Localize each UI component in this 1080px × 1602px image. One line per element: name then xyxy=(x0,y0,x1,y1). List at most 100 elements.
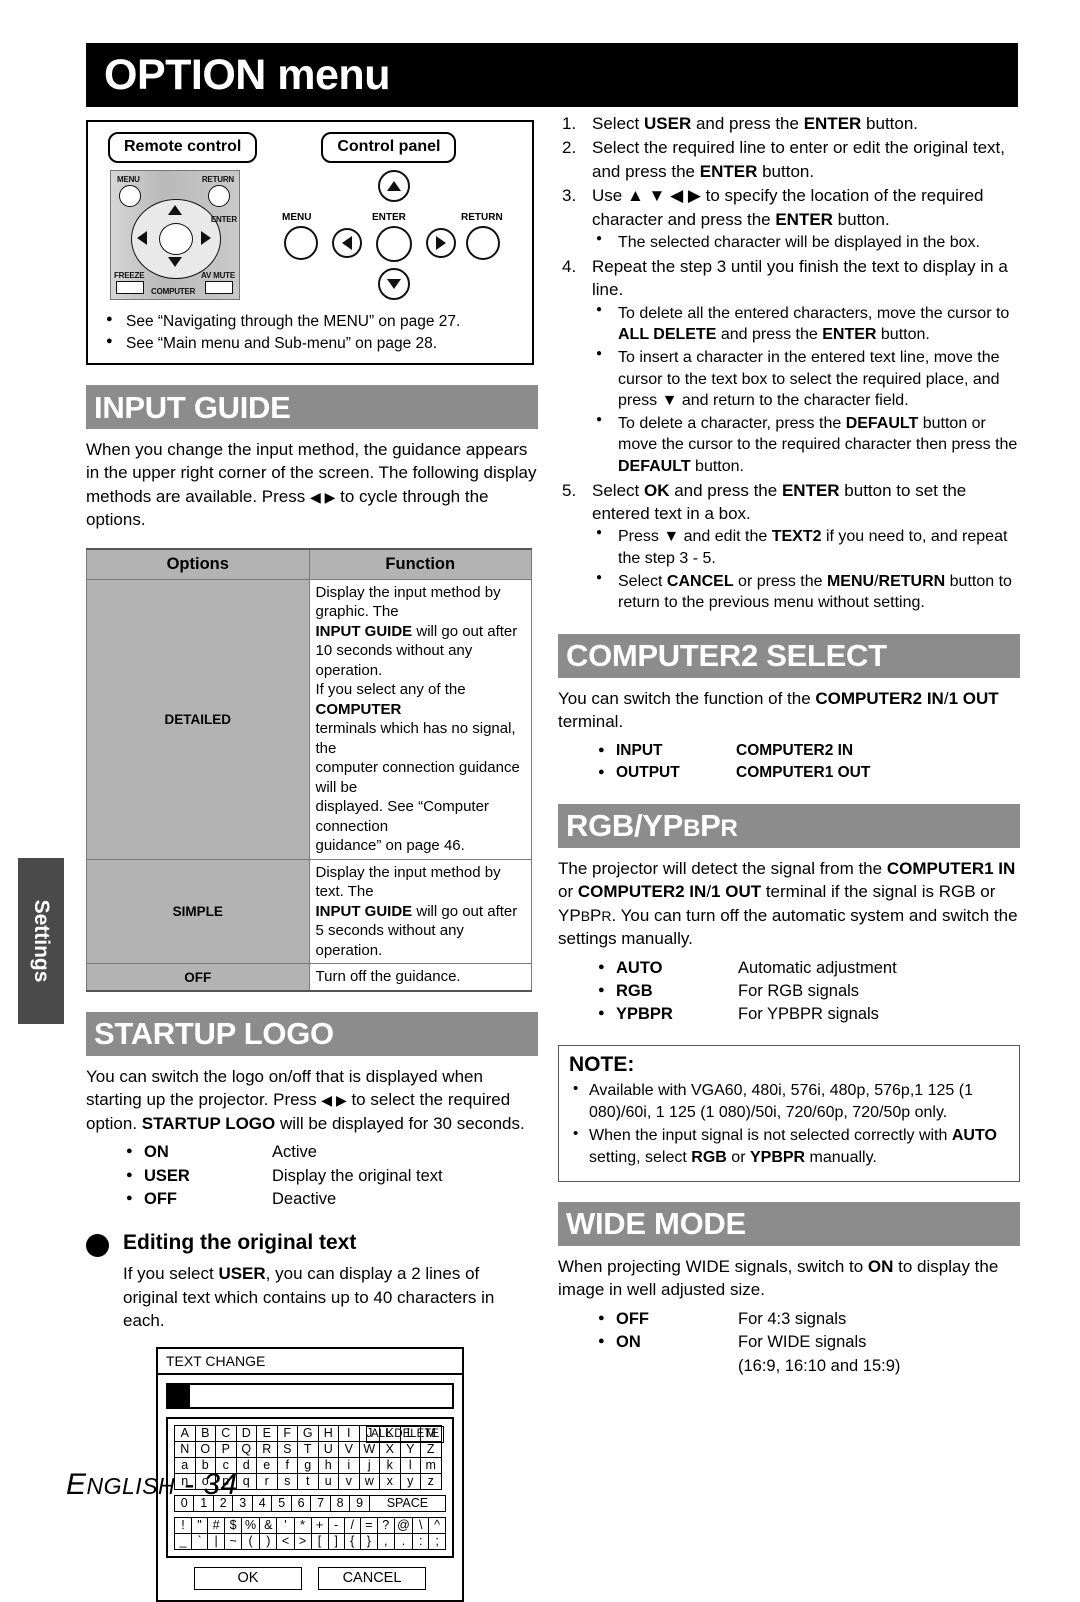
keyboard-key[interactable]: B xyxy=(194,1424,216,1442)
keyboard-key[interactable]: x xyxy=(379,1472,401,1490)
keyboard-key[interactable]: @ xyxy=(393,1516,414,1534)
keyboard-key[interactable]: E xyxy=(256,1424,278,1442)
keyboard-key[interactable]: , xyxy=(376,1532,395,1550)
keyboard-key[interactable]: O xyxy=(194,1440,216,1458)
keyboard-key[interactable]: v xyxy=(338,1472,360,1490)
keyboard-key[interactable]: [ xyxy=(310,1532,329,1550)
keyboard-key[interactable]: * xyxy=(293,1516,312,1534)
footer-language-initial: E xyxy=(66,1468,87,1501)
input-guide-description: When you change the input method, the gu… xyxy=(86,438,538,532)
keyboard-key[interactable]: Z xyxy=(420,1440,442,1458)
keyboard-key[interactable]: & xyxy=(259,1516,278,1534)
keyboard-key[interactable]: d xyxy=(235,1456,257,1474)
keyboard-key[interactable]: X xyxy=(379,1440,401,1458)
keyboard-key-space[interactable]: SPACE xyxy=(368,1494,447,1512)
text-change-input-field[interactable] xyxy=(166,1382,454,1409)
keyboard-key[interactable]: G xyxy=(297,1424,319,1442)
keyboard-key[interactable]: = xyxy=(359,1516,378,1534)
keyboard-key[interactable]: w xyxy=(358,1472,380,1490)
option-value: Deactive xyxy=(272,1190,337,1209)
keyboard-key[interactable]: i xyxy=(338,1456,360,1474)
keyboard-key[interactable]: 8 xyxy=(329,1494,351,1512)
wide-mode-description: When projecting WIDE signals, switch to … xyxy=(558,1255,1020,1302)
keyboard-key[interactable]: A xyxy=(174,1424,196,1442)
keyboard-key[interactable]: P xyxy=(215,1440,237,1458)
keyboard-symbols-grid[interactable]: ! " # $% & ' * + - / =? @ \ ^ _ ` | ~() < >[]{},.:; xyxy=(174,1516,446,1550)
keyboard-key[interactable]: u xyxy=(317,1472,339,1490)
keyboard-key[interactable]: ` xyxy=(190,1532,209,1550)
cancel-button[interactable]: CANCEL xyxy=(318,1566,426,1591)
keyboard-key[interactable]: | xyxy=(207,1532,226,1550)
option-function-detailed: Display the input method by graphic. The… xyxy=(308,578,532,860)
keyboard-key[interactable]: m xyxy=(420,1456,442,1474)
text-cursor xyxy=(168,1384,190,1407)
keyboard-key[interactable]: j xyxy=(358,1456,380,1474)
keyboard-key[interactable]: S xyxy=(276,1440,298,1458)
keyboard-key[interactable]: < xyxy=(276,1532,295,1550)
keyboard-key[interactable]: ( xyxy=(241,1532,261,1550)
keyboard-key[interactable]: _ xyxy=(174,1532,192,1550)
keyboard-key[interactable]: D xyxy=(235,1424,257,1442)
keyboard-key[interactable]: } xyxy=(359,1532,378,1550)
keyboard-key[interactable]: t xyxy=(297,1472,319,1490)
keyboard-key[interactable]: 5 xyxy=(271,1494,292,1512)
keyboard-key[interactable]: { xyxy=(343,1532,361,1550)
step-text: or xyxy=(726,1149,750,1167)
keyboard-key[interactable]: 7 xyxy=(310,1494,331,1512)
keyboard-key[interactable]: 4 xyxy=(251,1494,273,1512)
keyboard-key[interactable]: ? xyxy=(376,1516,395,1534)
section-header-computer2-select: COMPUTER2 SELECT xyxy=(558,633,1020,678)
keyboard-key[interactable]: 6 xyxy=(290,1494,312,1512)
keyboard-key[interactable]: f xyxy=(276,1456,298,1474)
keyboard-key[interactable]: F xyxy=(276,1424,298,1442)
keyboard-key[interactable]: " xyxy=(190,1516,209,1534)
keyboard-key[interactable]: Q xyxy=(235,1440,257,1458)
keyboard-key[interactable]: H xyxy=(317,1424,339,1442)
keyboard-key[interactable]: q xyxy=(235,1472,257,1490)
keyboard-key[interactable]: ; xyxy=(428,1532,446,1550)
option-value-main: For WIDE signals xyxy=(738,1333,867,1352)
ok-button[interactable]: OK xyxy=(194,1566,302,1591)
keyboard-key[interactable]: - xyxy=(327,1516,345,1534)
keyboard-key[interactable]: h xyxy=(317,1456,339,1474)
keyboard-key[interactable]: s xyxy=(276,1472,298,1490)
keyboard-key[interactable]: e xyxy=(256,1456,278,1474)
keyboard-key[interactable]: ' xyxy=(276,1516,295,1534)
keyboard-key[interactable]: ] xyxy=(327,1532,345,1550)
keyboard-key[interactable]: g xyxy=(297,1456,319,1474)
keyboard-key[interactable]: r xyxy=(256,1472,278,1490)
keyboard-key[interactable]: > xyxy=(293,1532,312,1550)
keyboard-key[interactable]: l xyxy=(399,1456,421,1474)
keyboard-key[interactable]: + xyxy=(310,1516,329,1534)
keyboard-key[interactable]: V xyxy=(338,1440,360,1458)
keyboard-key[interactable]: ! xyxy=(174,1516,192,1534)
rgb-text-bold-1: COMPUTER1 IN xyxy=(886,858,1016,878)
keyboard-key[interactable]: C xyxy=(215,1424,237,1442)
keyboard-key[interactable]: k xyxy=(379,1456,401,1474)
keyboard-key[interactable]: y xyxy=(399,1472,421,1490)
remote-computer-label: COMPUTER xyxy=(151,287,196,296)
keyboard-key[interactable]: ) xyxy=(259,1532,278,1550)
keyboard-key[interactable]: $ xyxy=(224,1516,243,1534)
option-key: YPBPR xyxy=(616,1005,673,1024)
keyboard-key[interactable]: 9 xyxy=(349,1494,370,1512)
keyboard-key[interactable]: ^ xyxy=(428,1516,446,1534)
keyboard-key[interactable]: / xyxy=(343,1516,361,1534)
keyboard-key[interactable]: ~ xyxy=(224,1532,243,1550)
keyboard-key[interactable]: z xyxy=(420,1472,442,1490)
keyboard-key[interactable]: I xyxy=(338,1424,360,1442)
keyboard-key[interactable]: % xyxy=(241,1516,261,1534)
keyboard-key[interactable]: U xyxy=(317,1440,339,1458)
keyboard-key[interactable]: . xyxy=(393,1532,414,1550)
keyboard-key[interactable]: R xyxy=(256,1440,278,1458)
keyboard-key[interactable]: W xyxy=(358,1440,380,1458)
all-delete-button[interactable]: ALL DELETE xyxy=(366,1425,444,1444)
right-column: 1. Select USER and press the ENTER button… xyxy=(558,112,1020,1378)
keyboard-key[interactable]: # xyxy=(207,1516,226,1534)
keyboard-key[interactable]: N xyxy=(174,1440,196,1458)
keyboard-key[interactable]: T xyxy=(297,1440,319,1458)
navigation-reference-box: Remote control Control panel MENU RETURN… xyxy=(86,120,534,365)
keyboard-key[interactable]: Y xyxy=(399,1440,421,1458)
keyboard-key[interactable]: : xyxy=(412,1532,430,1550)
keyboard-key[interactable]: \ xyxy=(412,1516,430,1534)
